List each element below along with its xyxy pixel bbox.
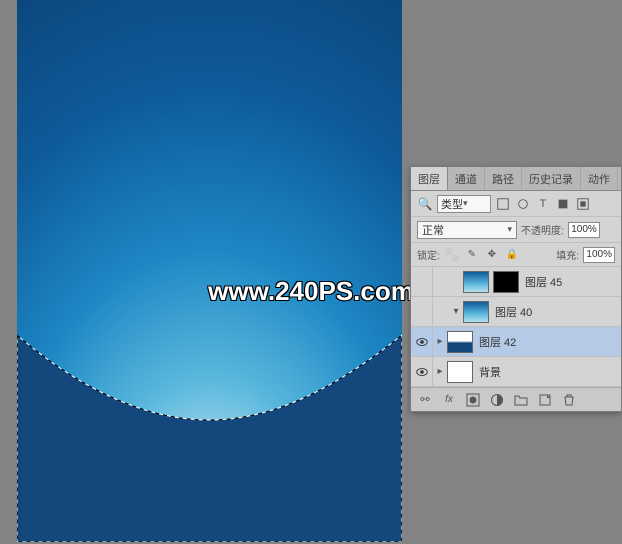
fill-label: 填充: — [556, 247, 579, 262]
new-layer-icon[interactable] — [537, 392, 553, 408]
layer-row[interactable]: ▾ 图层 40 — [411, 297, 621, 327]
fx-icon[interactable]: fx — [441, 392, 457, 408]
filter-row: 🔍 类型 ▾ T — [411, 191, 621, 217]
tab-history[interactable]: 历史记录 — [522, 167, 581, 190]
tab-paths[interactable]: 路径 — [485, 167, 522, 190]
layer-thumbnail[interactable] — [463, 301, 489, 323]
layer-name[interactable]: 图层 40 — [495, 304, 532, 320]
lock-transparent-icon[interactable] — [444, 247, 460, 263]
eye-icon — [415, 365, 429, 379]
lock-label: 锁定: — [417, 247, 440, 262]
layer-row[interactable]: 图层 45 — [411, 267, 621, 297]
group-icon[interactable] — [513, 392, 529, 408]
chevron-down-icon: ▾ — [463, 198, 468, 209]
visibility-toggle[interactable] — [411, 357, 433, 386]
filter-label: 类型 — [441, 196, 463, 212]
layer-name[interactable]: 图层 45 — [525, 274, 562, 290]
trash-icon[interactable] — [561, 392, 577, 408]
layer-name[interactable]: 背景 — [479, 364, 501, 380]
filter-shape-icon[interactable] — [555, 196, 571, 212]
lock-image-icon[interactable]: ✎ — [464, 247, 480, 263]
filter-adjust-icon[interactable] — [515, 196, 531, 212]
mask-icon[interactable] — [465, 392, 481, 408]
layer-name[interactable]: 图层 42 — [479, 334, 516, 350]
layer-arrow-icon[interactable]: ▸ — [435, 336, 445, 347]
layer-row[interactable]: ▸ 图层 42 — [411, 327, 621, 357]
panel-bottom-bar: ⚯ fx — [411, 387, 621, 411]
document-canvas[interactable] — [17, 0, 402, 542]
eye-icon — [415, 335, 429, 349]
fill-input[interactable]: 100% — [583, 247, 615, 263]
lock-row: 锁定: ✎ ✥ 🔒 填充: 100% — [411, 243, 621, 267]
sky-layer — [17, 0, 402, 542]
visibility-toggle[interactable] — [411, 297, 433, 326]
watermark-text: www.240PS.com — [208, 276, 414, 307]
blend-mode-value: 正常 — [422, 222, 444, 238]
tab-actions[interactable]: 动作 — [581, 167, 618, 190]
layer-arrow-icon[interactable]: ▸ — [435, 366, 445, 377]
panel-tabs: 图层 通道 路径 历史记录 动作 — [411, 167, 621, 191]
layer-thumbnail[interactable] — [447, 361, 473, 383]
filter-pixel-icon[interactable] — [495, 196, 511, 212]
search-icon[interactable]: 🔍 — [417, 196, 433, 212]
filter-type-icon[interactable]: T — [535, 196, 551, 212]
opacity-input[interactable]: 100% — [568, 222, 600, 238]
filter-smart-icon[interactable] — [575, 196, 591, 212]
layer-filter-select[interactable]: 类型 ▾ — [437, 195, 491, 213]
layer-mask-thumbnail[interactable] — [493, 271, 519, 293]
visibility-toggle[interactable] — [411, 267, 433, 296]
layers-panel: 图层 通道 路径 历史记录 动作 🔍 类型 ▾ T 正常 ▾ 不透明度: 100… — [410, 166, 622, 412]
lock-position-icon[interactable]: ✥ — [484, 247, 500, 263]
tab-layers[interactable]: 图层 — [411, 167, 448, 190]
opacity-label: 不透明度: — [521, 222, 564, 237]
fill-adj-icon[interactable] — [489, 392, 505, 408]
lock-all-icon[interactable]: 🔒 — [504, 247, 520, 263]
layer-thumbnail[interactable] — [447, 331, 473, 353]
blend-row: 正常 ▾ 不透明度: 100% — [411, 217, 621, 243]
layer-row[interactable]: ▸ 背景 — [411, 357, 621, 387]
visibility-toggle[interactable] — [411, 327, 433, 356]
layers-list: 图层 45 ▾ 图层 40 ▸ 图层 42 ▸ 背景 — [411, 267, 621, 387]
chevron-down-icon: ▾ — [507, 224, 512, 235]
tab-channels[interactable]: 通道 — [448, 167, 485, 190]
link-icon[interactable]: ⚯ — [417, 392, 433, 408]
layer-arrow-icon[interactable]: ▾ — [451, 306, 461, 317]
blend-mode-select[interactable]: 正常 ▾ — [417, 221, 517, 239]
layer-thumbnail[interactable] — [463, 271, 489, 293]
